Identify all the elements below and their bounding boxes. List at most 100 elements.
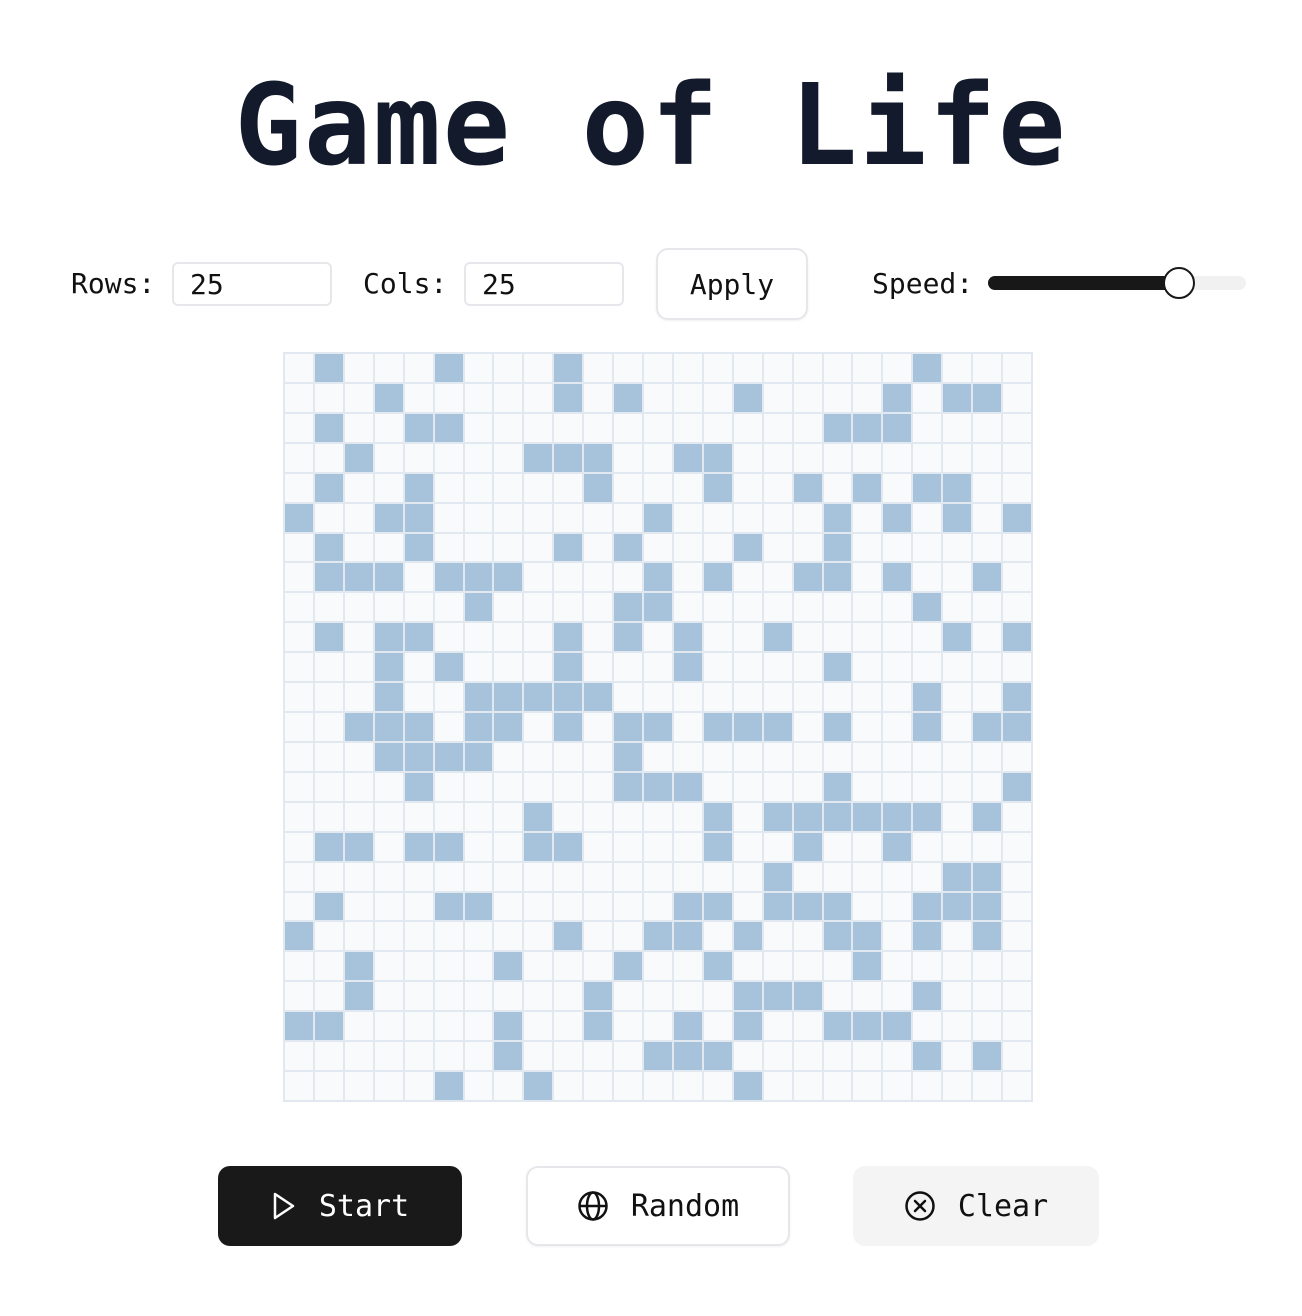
grid-cell[interactable]: [434, 892, 463, 921]
grid-cell[interactable]: [404, 742, 433, 771]
grid-cell[interactable]: [913, 413, 942, 442]
grid-cell[interactable]: [673, 383, 702, 412]
grid-cell[interactable]: [524, 653, 553, 682]
grid-cell[interactable]: [853, 354, 882, 382]
grid-cell[interactable]: [524, 413, 553, 442]
grid-cell[interactable]: [554, 593, 583, 622]
grid-cell[interactable]: [943, 982, 972, 1011]
grid-cell[interactable]: [943, 683, 972, 712]
grid-cell[interactable]: [763, 802, 792, 831]
grid-cell[interactable]: [404, 802, 433, 831]
grid-cell[interactable]: [404, 533, 433, 562]
grid-cell[interactable]: [823, 713, 852, 741]
grid-cell[interactable]: [673, 563, 702, 592]
grid-cell[interactable]: [464, 862, 493, 891]
grid-cell[interactable]: [614, 982, 643, 1011]
grid-cell[interactable]: [344, 952, 373, 981]
grid-cell[interactable]: [524, 802, 553, 831]
grid-cell[interactable]: [344, 862, 373, 891]
grid-cell[interactable]: [614, 443, 643, 472]
grid-cell[interactable]: [374, 1012, 403, 1041]
grid-cell[interactable]: [404, 1072, 433, 1100]
grid-cell[interactable]: [853, 683, 882, 712]
grid-cell[interactable]: [703, 354, 732, 382]
grid-cell[interactable]: [554, 922, 583, 951]
grid-cell[interactable]: [883, 922, 912, 951]
grid-cell[interactable]: [554, 413, 583, 442]
grid-cell[interactable]: [943, 563, 972, 592]
grid-cell[interactable]: [494, 802, 523, 831]
grid-cell[interactable]: [913, 473, 942, 502]
grid-cell[interactable]: [883, 653, 912, 682]
grid-cell[interactable]: [793, 563, 822, 592]
grid-cell[interactable]: [584, 1072, 613, 1100]
grid-cell[interactable]: [673, 832, 702, 861]
grid-cell[interactable]: [883, 802, 912, 831]
grid-cell[interactable]: [344, 383, 373, 412]
grid-cell[interactable]: [823, 533, 852, 562]
grid-cell[interactable]: [823, 473, 852, 502]
grid-cell[interactable]: [554, 832, 583, 861]
grid-cell[interactable]: [703, 1012, 732, 1041]
grid-cell[interactable]: [285, 563, 313, 592]
grid-cell[interactable]: [793, 1012, 822, 1041]
grid-cell[interactable]: [1003, 982, 1031, 1011]
grid-cell[interactable]: [644, 713, 672, 741]
grid-cell[interactable]: [853, 772, 882, 801]
grid-cell[interactable]: [644, 742, 672, 771]
grid-cell[interactable]: [883, 533, 912, 562]
grid-cell[interactable]: [644, 862, 672, 891]
grid-cell[interactable]: [763, 772, 792, 801]
grid-cell[interactable]: [584, 892, 613, 921]
grid-cell[interactable]: [434, 683, 463, 712]
grid-cell[interactable]: [793, 473, 822, 502]
grid-cell[interactable]: [913, 1012, 942, 1041]
grid-cell[interactable]: [644, 593, 672, 622]
grid-cell[interactable]: [494, 742, 523, 771]
grid-cell[interactable]: [464, 503, 493, 532]
grid-cell[interactable]: [973, 922, 1002, 951]
grid-cell[interactable]: [883, 713, 912, 741]
grid-cell[interactable]: [883, 383, 912, 412]
grid-cell[interactable]: [793, 742, 822, 771]
grid-cell[interactable]: [703, 742, 732, 771]
grid-cell[interactable]: [973, 862, 1002, 891]
grid-cell[interactable]: [314, 383, 343, 412]
grid-cell[interactable]: [494, 1012, 523, 1041]
apply-button[interactable]: Apply: [656, 248, 808, 320]
grid-cell[interactable]: [823, 832, 852, 861]
grid-cell[interactable]: [494, 1072, 523, 1100]
grid-cell[interactable]: [434, 1012, 463, 1041]
grid-cell[interactable]: [733, 563, 762, 592]
grid-cell[interactable]: [913, 952, 942, 981]
grid-cell[interactable]: [464, 892, 493, 921]
grid-cell[interactable]: [883, 742, 912, 771]
start-button[interactable]: Start: [218, 1166, 462, 1246]
grid-cell[interactable]: [703, 563, 732, 592]
grid-cell[interactable]: [913, 683, 942, 712]
grid-cell[interactable]: [434, 413, 463, 442]
grid-cell[interactable]: [733, 982, 762, 1011]
grid-cell[interactable]: [314, 593, 343, 622]
grid-cell[interactable]: [404, 623, 433, 652]
grid-cell[interactable]: [913, 443, 942, 472]
grid-cell[interactable]: [584, 683, 613, 712]
grid-cell[interactable]: [973, 593, 1002, 622]
grid-cell[interactable]: [614, 1012, 643, 1041]
grid-cell[interactable]: [1003, 503, 1031, 532]
grid-cell[interactable]: [973, 473, 1002, 502]
grid-cell[interactable]: [434, 862, 463, 891]
grid-cell[interactable]: [733, 1012, 762, 1041]
grid-cell[interactable]: [1003, 922, 1031, 951]
grid-cell[interactable]: [404, 354, 433, 382]
grid-cell[interactable]: [434, 802, 463, 831]
grid-cell[interactable]: [554, 862, 583, 891]
grid-cell[interactable]: [673, 683, 702, 712]
grid-cell[interactable]: [524, 1042, 553, 1071]
grid-cell[interactable]: [1003, 1012, 1031, 1041]
grid-cell[interactable]: [524, 354, 553, 382]
grid-cell[interactable]: [943, 354, 972, 382]
grid-cell[interactable]: [793, 653, 822, 682]
grid-cell[interactable]: [703, 623, 732, 652]
grid-cell[interactable]: [823, 772, 852, 801]
